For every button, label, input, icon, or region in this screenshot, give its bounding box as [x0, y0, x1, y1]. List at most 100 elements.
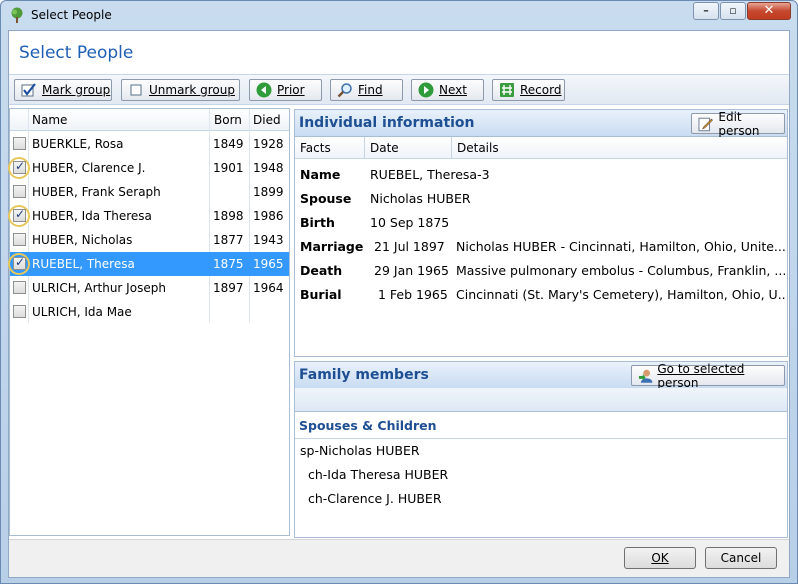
next-button[interactable]: Next: [411, 79, 484, 101]
fact-row[interactable]: Burial 1 Feb 1965 Cincinnati (St. Mary's C…: [295, 283, 787, 307]
column-header-died[interactable]: Died: [253, 113, 281, 127]
column-header-details[interactable]: Details: [457, 141, 499, 155]
maximize-button[interactable]: ▫: [720, 2, 746, 20]
fact-date: 1 Feb 1965: [378, 287, 448, 302]
fact-label: Name: [300, 167, 341, 182]
table-row[interactable]: ULRICH, Arthur Joseph 1897 1964: [10, 276, 289, 300]
dialog-footer: OK Cancel: [9, 539, 789, 577]
go-to-selected-person-button[interactable]: Go to selected person: [631, 362, 785, 390]
person-name: HUBER, Ida Theresa: [32, 209, 152, 223]
family-member-item[interactable]: ch-Ida Theresa HUBER: [308, 467, 448, 482]
dialog-window: Select People – ▫ ✕ Select People Mark g…: [0, 0, 798, 584]
column-header-born[interactable]: Born: [214, 113, 242, 127]
close-button[interactable]: ✕: [747, 2, 791, 20]
born-year: 1875: [213, 257, 244, 271]
individual-info-title: Individual information: [299, 115, 475, 131]
maximize-icon: ▫: [729, 4, 737, 17]
mark-group-label: Mark group: [42, 83, 111, 97]
column-header-facts[interactable]: Facts: [300, 141, 331, 155]
window-title: Select People: [31, 8, 112, 22]
person-name: HUBER, Clarence J.: [32, 161, 146, 175]
fact-label: Death: [300, 263, 343, 278]
go-to-person-icon: [638, 369, 653, 383]
person-name: HUBER, Frank Seraph: [32, 185, 161, 199]
fact-date: 10 Sep 1875: [370, 215, 450, 230]
row-checkbox[interactable]: [13, 233, 26, 246]
prior-button[interactable]: Prior: [249, 79, 322, 101]
fact-label: Spouse: [300, 191, 352, 206]
row-checkbox[interactable]: [13, 207, 26, 222]
arrow-left-icon: [256, 82, 272, 98]
fact-label: Burial: [300, 287, 342, 302]
family-member-item[interactable]: sp-Nicholas HUBER: [300, 443, 420, 458]
family-members-panel[interactable]: Spouses & Children sp-Nicholas HUBER ch-I…: [294, 388, 788, 538]
row-checkbox[interactable]: [13, 137, 26, 150]
table-row[interactable]: HUBER, Nicholas 1877 1943: [10, 228, 289, 252]
family-filter-bar[interactable]: [295, 388, 787, 412]
born-year: 1898: [213, 209, 244, 223]
edit-person-button[interactable]: Edit person: [691, 110, 785, 138]
fact-row[interactable]: Death 29 Jan 1965 Massive pulmonary embolu…: [295, 259, 787, 283]
cancel-label: Cancel: [720, 551, 762, 565]
died-year: 1986: [253, 209, 284, 223]
table-row[interactable]: BUERKLE, Rosa 1849 1928: [10, 132, 289, 156]
individual-info-table[interactable]: Facts Date Details Name RUEBEL, Theresa-3…: [294, 137, 788, 357]
cancel-button[interactable]: Cancel: [705, 547, 777, 569]
find-button[interactable]: Find: [330, 79, 403, 101]
grid-header: Name Born Died: [10, 109, 289, 131]
fact-row[interactable]: Spouse Nicholas HUBER: [295, 187, 787, 211]
minimize-button[interactable]: –: [693, 2, 719, 20]
table-row[interactable]: ULRICH, Ida Mae: [10, 300, 289, 324]
unmark-group-label: Unmark group: [149, 83, 235, 97]
find-label: Find: [358, 83, 383, 97]
tree-icon: [11, 7, 23, 23]
row-checkbox[interactable]: [13, 185, 26, 198]
prior-label: Prior: [277, 83, 305, 97]
table-row[interactable]: RUEBEL, Theresa 1875 1965: [8, 252, 289, 276]
mark-group-button[interactable]: Mark group: [14, 79, 112, 101]
people-grid[interactable]: Name Born Died BUERKLE, Rosa 1849 1928 HUBE…: [8, 108, 290, 536]
header: Select People: [9, 31, 789, 75]
column-header-name[interactable]: Name: [32, 113, 67, 127]
ok-label: OK: [651, 551, 669, 565]
died-year: 1928: [253, 137, 284, 151]
fact-row[interactable]: Birth 10 Sep 1875: [295, 211, 787, 235]
died-year: 1964: [253, 281, 284, 295]
magnifier-icon: [337, 83, 352, 98]
title-bar[interactable]: Select People – ▫ ✕: [1, 1, 797, 29]
person-name: RUEBEL, Theresa: [32, 257, 135, 271]
person-name: ULRICH, Ida Mae: [32, 305, 132, 319]
dialog-client: Select People Mark group Unmark group Pr…: [8, 30, 790, 578]
fact-details: Nicholas HUBER - Cincinnati, Hamilton, O…: [456, 239, 786, 254]
died-year: 1948: [253, 161, 284, 175]
fact-row[interactable]: Name RUEBEL, Theresa-3: [295, 163, 787, 187]
ok-button[interactable]: OK: [624, 547, 696, 569]
spouses-children-group-header: Spouses & Children: [299, 418, 437, 433]
family-member-item[interactable]: ch-Clarence J. HUBER: [308, 491, 442, 506]
row-checkbox[interactable]: [13, 305, 26, 318]
column-header-date[interactable]: Date: [370, 141, 399, 155]
unmark-group-button[interactable]: Unmark group: [121, 79, 240, 101]
family-members-titlebar: Family members Go to selected person: [294, 361, 788, 390]
person-name: HUBER, Nicholas: [32, 233, 133, 247]
record-button[interactable]: Record: [492, 79, 565, 101]
table-row[interactable]: HUBER, Frank Seraph 1899: [10, 180, 289, 204]
table-row[interactable]: HUBER, Ida Theresa 1898 1986: [8, 204, 289, 228]
checkmark-icon: [21, 83, 36, 97]
column-divider: [364, 137, 365, 159]
table-row[interactable]: HUBER, Clarence J. 1901 1948: [8, 156, 289, 180]
fact-row[interactable]: Marriage 21 Jul 1897 Nicholas HUBER - Cinc…: [295, 235, 787, 259]
group-divider: [295, 438, 787, 439]
row-checkbox[interactable]: [13, 255, 26, 270]
born-year: 1901: [213, 161, 244, 175]
died-year: 1899: [253, 185, 284, 199]
go-to-selected-person-label: Go to selected person: [657, 361, 745, 390]
row-checkbox[interactable]: [13, 159, 26, 174]
record-icon: [500, 83, 514, 97]
next-label: Next: [439, 83, 467, 97]
page-title: Select People: [19, 43, 134, 63]
row-checkbox[interactable]: [13, 281, 26, 294]
empty-checkbox-icon: [130, 84, 142, 96]
arrow-right-icon: [418, 82, 434, 98]
fact-details: Massive pulmonary embolus - Columbus, Fr…: [456, 263, 786, 278]
